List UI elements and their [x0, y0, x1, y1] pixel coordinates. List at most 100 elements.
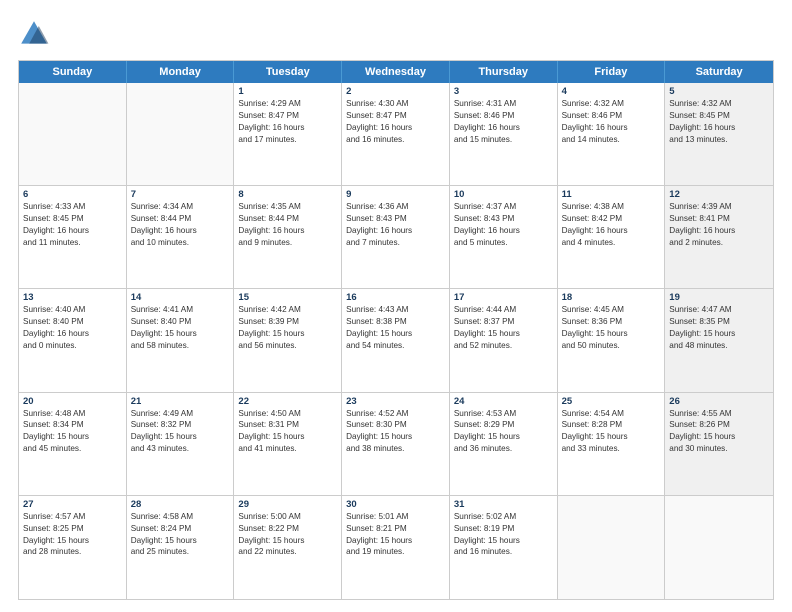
cell-line: Sunrise: 4:32 AM	[562, 98, 661, 110]
cell-line: and 2 minutes.	[669, 237, 769, 249]
cell-line: Sunrise: 4:42 AM	[238, 304, 337, 316]
cell-line: Daylight: 16 hours	[23, 328, 122, 340]
cell-line: Daylight: 15 hours	[346, 535, 445, 547]
day-number: 23	[346, 396, 445, 407]
cell-line: and 22 minutes.	[238, 546, 337, 558]
cell-line: Daylight: 16 hours	[346, 122, 445, 134]
cell-line: Sunrise: 4:39 AM	[669, 201, 769, 213]
calendar-cell-w3d4: 24Sunrise: 4:53 AMSunset: 8:29 PMDayligh…	[450, 393, 558, 495]
cell-line: Sunrise: 4:44 AM	[454, 304, 553, 316]
calendar-cell-w1d4: 10Sunrise: 4:37 AMSunset: 8:43 PMDayligh…	[450, 186, 558, 288]
cell-line: and 10 minutes.	[131, 237, 230, 249]
calendar-cell-w1d3: 9Sunrise: 4:36 AMSunset: 8:43 PMDaylight…	[342, 186, 450, 288]
cell-line: Sunset: 8:43 PM	[346, 213, 445, 225]
cell-line: and 14 minutes.	[562, 134, 661, 146]
cell-line: and 58 minutes.	[131, 340, 230, 352]
cell-line: Daylight: 15 hours	[454, 431, 553, 443]
calendar-cell-w0d3: 2Sunrise: 4:30 AMSunset: 8:47 PMDaylight…	[342, 83, 450, 185]
day-number: 15	[238, 292, 337, 303]
cell-line: Sunset: 8:45 PM	[23, 213, 122, 225]
cell-line: Sunrise: 5:02 AM	[454, 511, 553, 523]
calendar-cell-w4d1: 28Sunrise: 4:58 AMSunset: 8:24 PMDayligh…	[127, 496, 235, 599]
calendar-cell-w3d1: 21Sunrise: 4:49 AMSunset: 8:32 PMDayligh…	[127, 393, 235, 495]
cell-line: Sunset: 8:38 PM	[346, 316, 445, 328]
day-number: 11	[562, 189, 661, 200]
cell-line: Sunrise: 4:41 AM	[131, 304, 230, 316]
cell-line: and 45 minutes.	[23, 443, 122, 455]
cell-line: Sunrise: 4:29 AM	[238, 98, 337, 110]
day-number: 7	[131, 189, 230, 200]
cell-line: Sunset: 8:30 PM	[346, 419, 445, 431]
header-day-friday: Friday	[558, 61, 666, 83]
day-number: 10	[454, 189, 553, 200]
cell-line: and 25 minutes.	[131, 546, 230, 558]
calendar-cell-w2d0: 13Sunrise: 4:40 AMSunset: 8:40 PMDayligh…	[19, 289, 127, 391]
cell-line: Sunset: 8:25 PM	[23, 523, 122, 535]
calendar: SundayMondayTuesdayWednesdayThursdayFrid…	[18, 60, 774, 600]
cell-line: Sunrise: 4:55 AM	[669, 408, 769, 420]
calendar-cell-w1d0: 6Sunrise: 4:33 AMSunset: 8:45 PMDaylight…	[19, 186, 127, 288]
calendar-cell-w1d6: 12Sunrise: 4:39 AMSunset: 8:41 PMDayligh…	[665, 186, 773, 288]
calendar-row-0: 1Sunrise: 4:29 AMSunset: 8:47 PMDaylight…	[19, 83, 773, 186]
day-number: 20	[23, 396, 122, 407]
cell-line: Sunrise: 4:37 AM	[454, 201, 553, 213]
cell-line: Sunset: 8:47 PM	[346, 110, 445, 122]
cell-line: and 16 minutes.	[346, 134, 445, 146]
cell-line: Sunrise: 4:43 AM	[346, 304, 445, 316]
cell-line: Sunrise: 4:33 AM	[23, 201, 122, 213]
cell-line: Daylight: 15 hours	[131, 328, 230, 340]
day-number: 9	[346, 189, 445, 200]
cell-line: Sunrise: 4:47 AM	[669, 304, 769, 316]
cell-line: Sunrise: 4:32 AM	[669, 98, 769, 110]
calendar-cell-w0d4: 3Sunrise: 4:31 AMSunset: 8:46 PMDaylight…	[450, 83, 558, 185]
cell-line: and 13 minutes.	[669, 134, 769, 146]
cell-line: and 52 minutes.	[454, 340, 553, 352]
calendar-cell-w2d6: 19Sunrise: 4:47 AMSunset: 8:35 PMDayligh…	[665, 289, 773, 391]
cell-line: Sunset: 8:46 PM	[562, 110, 661, 122]
cell-line: and 0 minutes.	[23, 340, 122, 352]
calendar-cell-w3d2: 22Sunrise: 4:50 AMSunset: 8:31 PMDayligh…	[234, 393, 342, 495]
calendar-cell-w1d2: 8Sunrise: 4:35 AMSunset: 8:44 PMDaylight…	[234, 186, 342, 288]
cell-line: Daylight: 15 hours	[131, 535, 230, 547]
cell-line: Sunrise: 4:57 AM	[23, 511, 122, 523]
cell-line: Daylight: 16 hours	[23, 225, 122, 237]
cell-line: Daylight: 16 hours	[454, 122, 553, 134]
cell-line: Sunset: 8:42 PM	[562, 213, 661, 225]
calendar-row-3: 20Sunrise: 4:48 AMSunset: 8:34 PMDayligh…	[19, 393, 773, 496]
calendar-cell-w2d2: 15Sunrise: 4:42 AMSunset: 8:39 PMDayligh…	[234, 289, 342, 391]
cell-line: Daylight: 15 hours	[23, 535, 122, 547]
calendar-cell-w3d3: 23Sunrise: 4:52 AMSunset: 8:30 PMDayligh…	[342, 393, 450, 495]
cell-line: Daylight: 16 hours	[669, 122, 769, 134]
cell-line: Sunset: 8:36 PM	[562, 316, 661, 328]
cell-line: Sunrise: 4:53 AM	[454, 408, 553, 420]
cell-line: Sunset: 8:29 PM	[454, 419, 553, 431]
header-day-tuesday: Tuesday	[234, 61, 342, 83]
header-day-saturday: Saturday	[665, 61, 773, 83]
cell-line: Daylight: 15 hours	[238, 328, 337, 340]
day-number: 12	[669, 189, 769, 200]
cell-line: Sunset: 8:41 PM	[669, 213, 769, 225]
cell-line: Daylight: 15 hours	[23, 431, 122, 443]
cell-line: Daylight: 16 hours	[238, 225, 337, 237]
cell-line: Sunset: 8:31 PM	[238, 419, 337, 431]
day-number: 22	[238, 396, 337, 407]
day-number: 29	[238, 499, 337, 510]
cell-line: Sunset: 8:26 PM	[669, 419, 769, 431]
cell-line: and 33 minutes.	[562, 443, 661, 455]
cell-line: Daylight: 16 hours	[238, 122, 337, 134]
cell-line: and 4 minutes.	[562, 237, 661, 249]
cell-line: Sunset: 8:19 PM	[454, 523, 553, 535]
calendar-cell-w3d6: 26Sunrise: 4:55 AMSunset: 8:26 PMDayligh…	[665, 393, 773, 495]
cell-line: and 54 minutes.	[346, 340, 445, 352]
calendar-cell-w0d5: 4Sunrise: 4:32 AMSunset: 8:46 PMDaylight…	[558, 83, 666, 185]
cell-line: and 16 minutes.	[454, 546, 553, 558]
calendar-cell-w4d2: 29Sunrise: 5:00 AMSunset: 8:22 PMDayligh…	[234, 496, 342, 599]
calendar-cell-w3d5: 25Sunrise: 4:54 AMSunset: 8:28 PMDayligh…	[558, 393, 666, 495]
cell-line: and 19 minutes.	[346, 546, 445, 558]
cell-line: Sunset: 8:22 PM	[238, 523, 337, 535]
cell-line: Sunset: 8:40 PM	[131, 316, 230, 328]
cell-line: Sunset: 8:24 PM	[131, 523, 230, 535]
cell-line: Daylight: 16 hours	[669, 225, 769, 237]
day-number: 25	[562, 396, 661, 407]
cell-line: Sunrise: 4:30 AM	[346, 98, 445, 110]
